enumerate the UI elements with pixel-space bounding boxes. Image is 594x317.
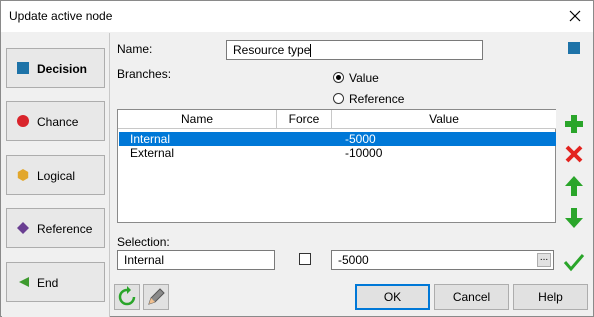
red-circle-icon bbox=[17, 115, 29, 127]
value-radio[interactable]: Value bbox=[333, 70, 433, 86]
node-type-panel: Decision Chance Logical Reference End bbox=[2, 33, 110, 317]
logical-label: Logical bbox=[37, 169, 76, 183]
move-down-button[interactable] bbox=[561, 205, 587, 231]
column-header-name[interactable]: Name bbox=[118, 110, 277, 129]
name-field[interactable]: Resource type bbox=[226, 40, 483, 60]
selection-value-field[interactable]: -5000 ... bbox=[331, 250, 554, 270]
selection-value: -5000 bbox=[338, 253, 369, 267]
cancel-button[interactable]: Cancel bbox=[434, 284, 509, 310]
reference-node-button[interactable]: Reference bbox=[6, 208, 105, 248]
selection-label: Selection: bbox=[117, 235, 170, 249]
blue-square-icon bbox=[17, 62, 29, 74]
arrow-down-icon bbox=[565, 208, 583, 228]
column-header-force[interactable]: Force bbox=[277, 110, 332, 129]
name-label: Name: bbox=[117, 42, 153, 56]
selection-name-value: Internal bbox=[124, 253, 165, 267]
move-up-button[interactable] bbox=[561, 173, 587, 199]
delete-icon bbox=[565, 145, 583, 163]
checkmark-icon bbox=[563, 254, 585, 272]
reference-radio[interactable]: Reference bbox=[333, 91, 433, 107]
radio-circle bbox=[333, 72, 344, 83]
arrow-up-icon bbox=[565, 176, 583, 196]
row-name: External bbox=[130, 146, 175, 160]
close-button[interactable] bbox=[565, 6, 585, 26]
branches-label: Branches: bbox=[117, 67, 172, 81]
reset-button[interactable] bbox=[114, 284, 140, 310]
yellow-hexagon-icon bbox=[17, 169, 29, 181]
plus-icon bbox=[565, 115, 583, 133]
close-icon bbox=[569, 10, 581, 22]
end-label: End bbox=[37, 276, 59, 290]
refresh-icon bbox=[118, 286, 136, 306]
green-triangle-icon bbox=[19, 277, 29, 287]
apply-button[interactable] bbox=[561, 249, 587, 275]
decision-label: Decision bbox=[37, 62, 88, 76]
add-branch-button[interactable] bbox=[561, 111, 587, 137]
name-value: Resource type bbox=[233, 43, 311, 57]
title-bar: Update active node bbox=[1, 1, 593, 32]
window-title: Update active node bbox=[9, 9, 113, 23]
radio-circle bbox=[333, 93, 344, 104]
chance-node-button[interactable]: Chance bbox=[6, 101, 105, 141]
end-node-button[interactable]: End bbox=[6, 262, 105, 302]
chance-label: Chance bbox=[37, 115, 79, 129]
branches-table[interactable]: Name Force Value Internal -5000 External… bbox=[117, 109, 556, 223]
ellipsis-button[interactable]: ... bbox=[537, 253, 551, 267]
column-header-value[interactable]: Value bbox=[332, 110, 556, 129]
logical-node-button[interactable]: Logical bbox=[6, 155, 105, 195]
decision-node-button[interactable]: Decision bbox=[6, 48, 105, 88]
help-button[interactable]: Help bbox=[513, 284, 588, 310]
dialog-window: Update active node Decision Chance Logic… bbox=[0, 0, 594, 317]
purple-diamond-icon bbox=[17, 222, 29, 234]
selection-name-field[interactable]: Internal bbox=[117, 250, 275, 270]
row-name: Internal bbox=[130, 132, 171, 146]
reference-radio-label: Reference bbox=[349, 92, 405, 106]
table-row[interactable]: Internal -5000 bbox=[119, 132, 556, 146]
row-value: -10000 bbox=[345, 146, 383, 160]
force-checkbox[interactable] bbox=[299, 253, 311, 265]
reference-label: Reference bbox=[37, 222, 93, 236]
value-radio-label: Value bbox=[349, 71, 379, 85]
row-value: -5000 bbox=[345, 132, 376, 146]
table-row[interactable]: External -10000 bbox=[119, 146, 556, 160]
edit-button[interactable] bbox=[143, 284, 169, 310]
blue-square-icon bbox=[568, 42, 580, 54]
pencil-icon bbox=[148, 288, 165, 305]
delete-branch-button[interactable] bbox=[561, 141, 587, 167]
ok-button[interactable]: OK bbox=[355, 284, 430, 310]
